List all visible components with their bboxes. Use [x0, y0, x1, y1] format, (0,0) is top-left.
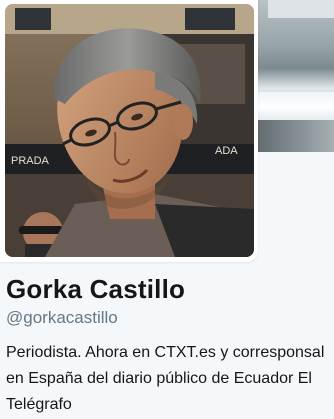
profile-handle[interactable]: @gorkacastillo [6, 308, 118, 328]
banner-rocks [258, 120, 334, 152]
profile-display-name[interactable]: Gorka Castillo [6, 274, 185, 305]
avatar[interactable]: PRADA ADA [5, 4, 254, 257]
header-banner-image [258, 0, 334, 152]
avatar-frame[interactable]: PRADA ADA [0, 0, 258, 262]
banner-water [258, 92, 334, 122]
storefront-text-right: ADA [215, 145, 238, 157]
avatar-photo: PRADA ADA [5, 4, 254, 257]
banner-sky [268, 0, 334, 18]
storefront-text: PRADA [11, 155, 50, 167]
profile-bio: Periodista. Ahora en CTXT.es y correspon… [6, 344, 325, 413]
